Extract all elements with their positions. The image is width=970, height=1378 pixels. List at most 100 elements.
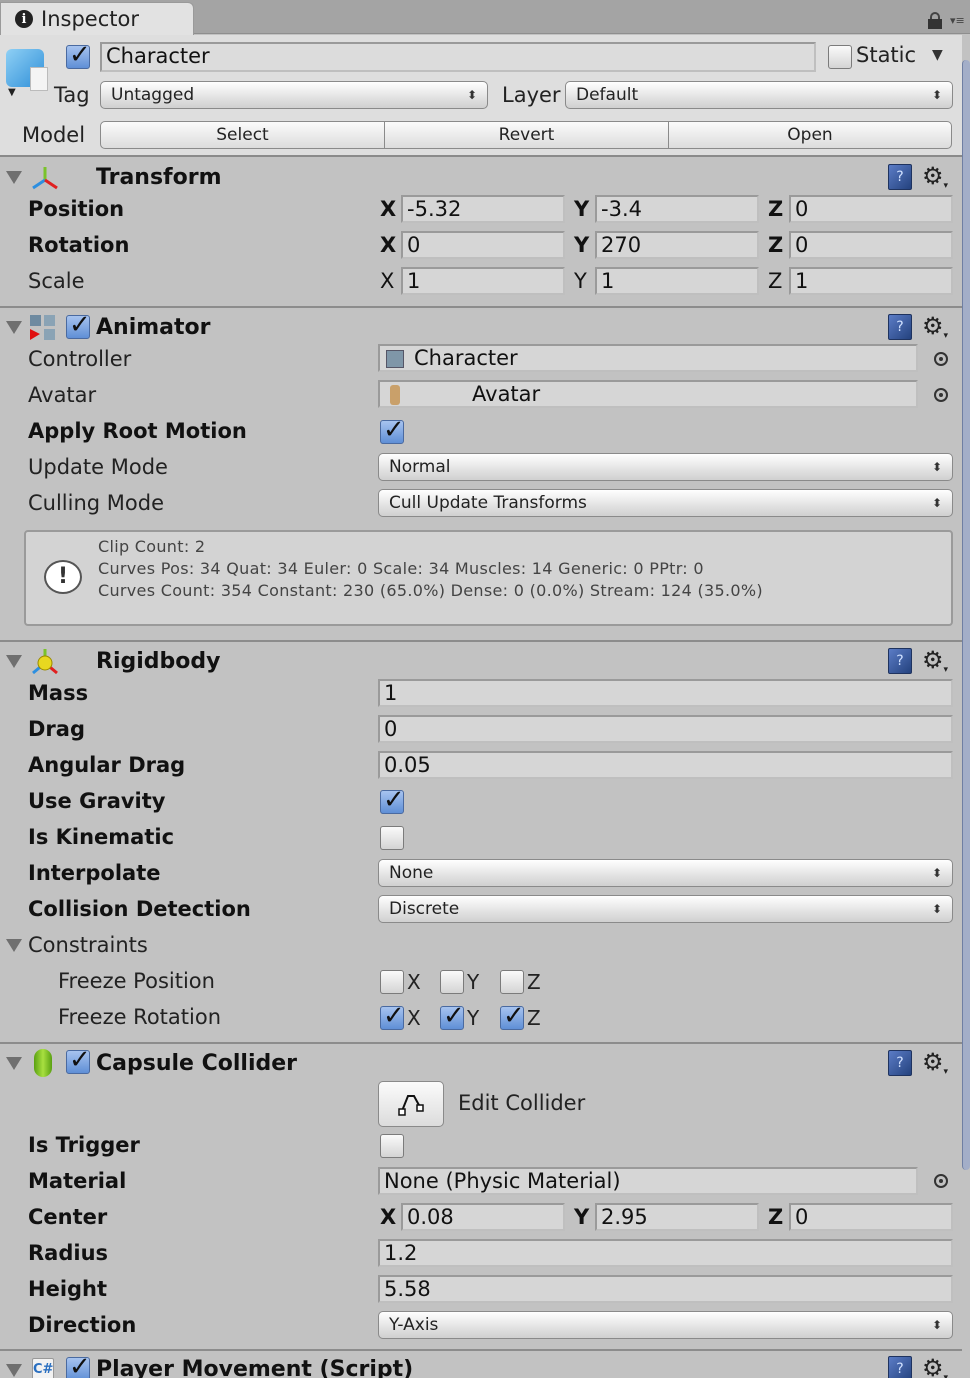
axis-x-label[interactable]: X — [380, 269, 394, 293]
interpolate-value: None — [389, 863, 434, 883]
rotation-z-field[interactable]: 0 — [789, 231, 953, 259]
transform-title[interactable]: Transform — [96, 165, 222, 190]
object-picker-icon[interactable] — [934, 1174, 948, 1188]
player-movement-title[interactable]: Player Movement (Script) — [96, 1357, 413, 1378]
tab-inspector[interactable]: i Inspector — [0, 2, 194, 35]
radius-field[interactable]: 1.2 — [378, 1239, 953, 1267]
tab-menu-icon[interactable]: ▾≡ — [950, 14, 965, 27]
is-trigger-checkbox[interactable] — [380, 1134, 404, 1158]
player-movement-enabled-checkbox[interactable] — [66, 1352, 91, 1378]
apply-root-motion-checkbox[interactable] — [380, 415, 405, 445]
axis-z-label[interactable]: Z — [768, 1205, 783, 1229]
gameobject-icon[interactable]: ▼ — [6, 45, 50, 98]
object-picker-icon[interactable] — [934, 388, 948, 402]
center-z-field[interactable]: 0 — [789, 1203, 953, 1231]
layer-value: Default — [576, 85, 639, 105]
position-x-field[interactable]: -5.32 — [401, 195, 565, 223]
divider — [0, 306, 962, 308]
axis-y-label[interactable]: Y — [574, 233, 589, 257]
axis-y-label[interactable]: Y — [574, 1205, 589, 1229]
rigidbody-title[interactable]: Rigidbody — [96, 649, 220, 674]
controller-field[interactable]: Character — [378, 344, 918, 372]
apply-root-motion-label: Apply Root Motion — [28, 419, 247, 443]
player-movement-foldout-arrow[interactable] — [6, 1364, 22, 1377]
freeze-rotation-z-checkbox[interactable] — [500, 1001, 525, 1031]
position-y-field[interactable]: -3.4 — [595, 195, 759, 223]
transform-foldout-arrow[interactable] — [6, 171, 22, 184]
is-trigger-label: Is Trigger — [28, 1133, 140, 1157]
model-revert-button[interactable]: Revert — [384, 121, 669, 149]
capsule-collider-enabled-checkbox[interactable] — [66, 1045, 91, 1075]
static-dropdown-icon[interactable]: ▼ — [932, 47, 943, 63]
model-open-button[interactable]: Open — [668, 121, 952, 149]
model-select-button[interactable]: Select — [100, 121, 385, 149]
help-icon[interactable]: ? — [888, 164, 912, 190]
model-label: Model — [22, 123, 86, 147]
help-icon[interactable]: ? — [888, 1050, 912, 1076]
freeze-position-y-checkbox[interactable] — [440, 970, 464, 994]
layer-dropdown[interactable]: Default ⬍ — [565, 81, 953, 109]
material-field[interactable]: None (Physic Material) — [378, 1167, 918, 1195]
axis-z-label[interactable]: Z — [768, 233, 783, 257]
collision-detection-dropdown[interactable]: Discrete ⬍ — [378, 895, 953, 923]
freeze-rotation-x-checkbox[interactable] — [380, 1001, 405, 1031]
constraints-foldout-arrow[interactable] — [6, 939, 22, 952]
scrollbar[interactable] — [962, 60, 970, 1170]
use-gravity-checkbox[interactable] — [380, 785, 405, 815]
axis-x-label[interactable]: X — [380, 1205, 396, 1229]
culling-mode-dropdown[interactable]: Cull Update Transforms ⬍ — [378, 489, 953, 517]
axis-y-label[interactable]: Y — [574, 197, 589, 221]
edit-collider-button[interactable] — [378, 1081, 444, 1127]
gear-icon[interactable]: ⚙▾ — [922, 314, 948, 344]
animator-icon — [30, 315, 55, 340]
gear-icon[interactable]: ⚙▾ — [922, 164, 948, 194]
name-field[interactable]: Character — [100, 42, 816, 72]
mass-field[interactable]: 1 — [378, 679, 953, 707]
freeze-position-z-checkbox[interactable] — [500, 970, 524, 994]
position-z-field[interactable]: 0 — [789, 195, 953, 223]
axis-y-label[interactable]: Y — [574, 269, 587, 293]
static-checkbox[interactable] — [828, 45, 852, 69]
tag-dropdown[interactable]: Untagged ⬍ — [100, 81, 488, 109]
drag-field[interactable]: 0 — [378, 715, 953, 743]
avatar-field[interactable]: Avatar — [378, 380, 918, 408]
rotation-x-field[interactable]: 0 — [401, 231, 565, 259]
gear-icon[interactable]: ⚙▾ — [922, 648, 948, 678]
axis-z-label[interactable]: Z — [768, 197, 783, 221]
object-picker-icon[interactable] — [934, 352, 948, 366]
gear-icon[interactable]: ⚙▾ — [922, 1356, 948, 1378]
help-icon[interactable]: ? — [888, 314, 912, 340]
gear-icon[interactable]: ⚙▾ — [922, 1050, 948, 1080]
warning-icon: ! — [44, 560, 82, 594]
animator-foldout-arrow[interactable] — [6, 321, 22, 334]
axis-z-label[interactable]: Z — [768, 269, 782, 293]
freeze-position-x-checkbox[interactable] — [380, 970, 404, 994]
freeze-rotation-y-checkbox[interactable] — [440, 1001, 465, 1031]
scale-z-field[interactable]: 1 — [789, 267, 953, 295]
update-mode-dropdown[interactable]: Normal ⬍ — [378, 453, 953, 481]
animator-title[interactable]: Animator — [96, 315, 210, 340]
animator-enabled-checkbox[interactable] — [66, 310, 91, 340]
active-checkbox[interactable] — [66, 40, 91, 70]
axis-x-label[interactable]: X — [380, 197, 396, 221]
help-icon[interactable]: ? — [888, 648, 912, 674]
axis-x-label[interactable]: X — [380, 233, 396, 257]
freeze-position-label: Freeze Position — [58, 969, 215, 993]
angular-drag-field[interactable]: 0.05 — [378, 751, 953, 779]
direction-dropdown[interactable]: Y-Axis ⬍ — [378, 1311, 953, 1339]
center-y-field[interactable]: 2.95 — [595, 1203, 759, 1231]
capsule-collider-title[interactable]: Capsule Collider — [96, 1051, 297, 1076]
rigidbody-foldout-arrow[interactable] — [6, 655, 22, 668]
csharp-script-icon: C# — [32, 1358, 54, 1378]
constraints-label[interactable]: Constraints — [28, 933, 148, 957]
scale-x-field[interactable]: 1 — [401, 267, 565, 295]
is-kinematic-checkbox[interactable] — [380, 826, 404, 850]
help-icon[interactable]: ? — [888, 1356, 912, 1378]
lock-icon[interactable] — [928, 12, 942, 29]
capsule-collider-foldout-arrow[interactable] — [6, 1057, 22, 1070]
scale-y-field[interactable]: 1 — [595, 267, 759, 295]
rotation-y-field[interactable]: 270 — [595, 231, 759, 259]
interpolate-dropdown[interactable]: None ⬍ — [378, 859, 953, 887]
center-x-field[interactable]: 0.08 — [401, 1203, 565, 1231]
height-field[interactable]: 5.58 — [378, 1275, 953, 1303]
